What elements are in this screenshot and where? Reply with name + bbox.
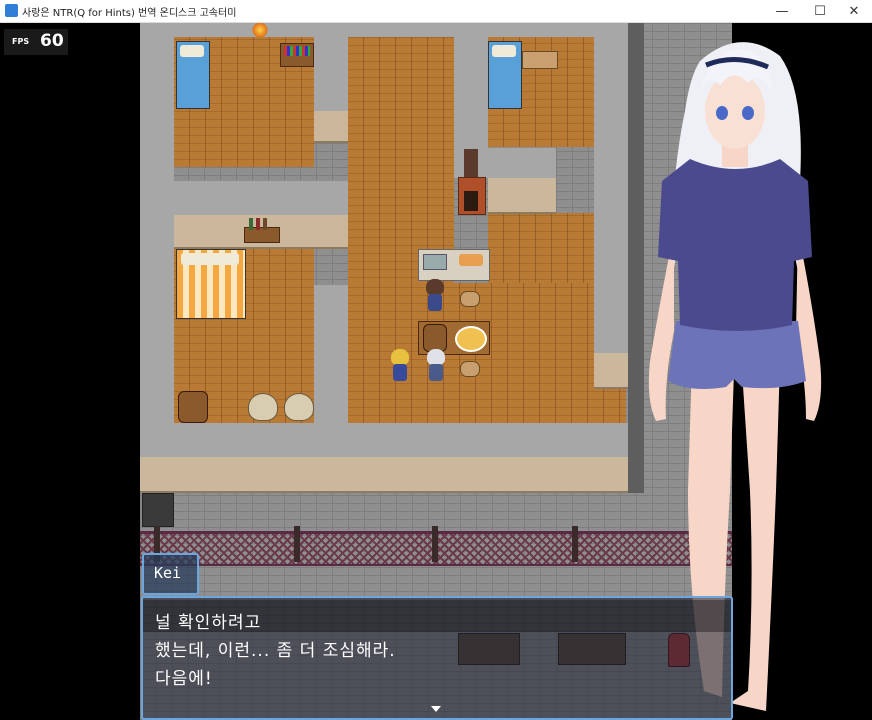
- shelf-bottles: [244, 218, 280, 243]
- bed-blue-left: [176, 41, 210, 109]
- npc-blonde[interactable]: [388, 349, 412, 383]
- fence-post: [572, 526, 578, 562]
- fence-post: [432, 526, 438, 562]
- game-viewport[interactable]: FPS 60 Kei 널 확인하려고 했는데, 이런... 좀 더 조심해라. …: [0, 23, 872, 720]
- npc-brown-hair[interactable]: [423, 279, 447, 313]
- bed-blue-right: [488, 41, 522, 109]
- fence-post: [294, 526, 300, 562]
- wall-divider-3: [314, 285, 348, 425]
- wall-face-1: [314, 111, 348, 143]
- fps-counter: FPS 60: [4, 29, 68, 55]
- player-silver-hair[interactable]: [424, 349, 448, 383]
- window-title: 사랑은 NTR(Q for Hints) 번역 온디스크 고속터미: [22, 8, 237, 19]
- wall-left: [140, 23, 174, 458]
- pot-2: [284, 393, 314, 421]
- wall-face-fireplace: [488, 178, 556, 214]
- message-line: 다음에!: [155, 669, 213, 689]
- crate: [142, 493, 174, 527]
- wall-bottom: [140, 423, 628, 457]
- minimize-button[interactable]: —: [764, 0, 800, 22]
- speaker-name-box: Kei: [142, 553, 199, 595]
- wall-top-1: [174, 23, 314, 37]
- stool-1: [460, 291, 480, 307]
- speaker-name: Kei: [154, 564, 182, 582]
- wall-top-2: [348, 23, 454, 37]
- fps-value: 60: [40, 31, 64, 51]
- wall-right: [594, 23, 628, 353]
- maximize-button[interactable]: ☐: [802, 0, 838, 22]
- wall-horizontal-mid: [174, 181, 348, 215]
- table-top-right: [522, 51, 558, 69]
- continue-arrow-icon[interactable]: [431, 706, 441, 712]
- fireplace: [458, 149, 486, 215]
- close-button[interactable]: ✕: [836, 0, 872, 22]
- message-line: 했는데, 이런... 좀 더 조심해라.: [155, 641, 396, 661]
- wall-face-right: [594, 353, 628, 389]
- stool-2: [460, 361, 480, 377]
- fps-label: FPS: [12, 37, 30, 46]
- wall-divider-1: [314, 23, 348, 113]
- barrel: [178, 391, 208, 423]
- app-icon: [5, 4, 18, 17]
- wall-top-3: [488, 23, 594, 37]
- pot-1: [248, 393, 278, 421]
- bookshelf: [280, 43, 314, 67]
- kitchen-counter: [418, 249, 490, 281]
- wall-divider-2: [454, 23, 488, 148]
- window-titlebar: 사랑은 NTR(Q for Hints) 번역 온디스크 고속터미 — ☐ ✕: [0, 0, 872, 23]
- bed-orange-striped: [176, 249, 246, 319]
- message-window[interactable]: 널 확인하려고 했는데, 이런... 좀 더 조심해라. 다음에!: [141, 596, 733, 720]
- message-line: 널 확인하려고: [155, 613, 262, 633]
- torch: [250, 23, 270, 37]
- wall-face-bottom: [140, 457, 628, 493]
